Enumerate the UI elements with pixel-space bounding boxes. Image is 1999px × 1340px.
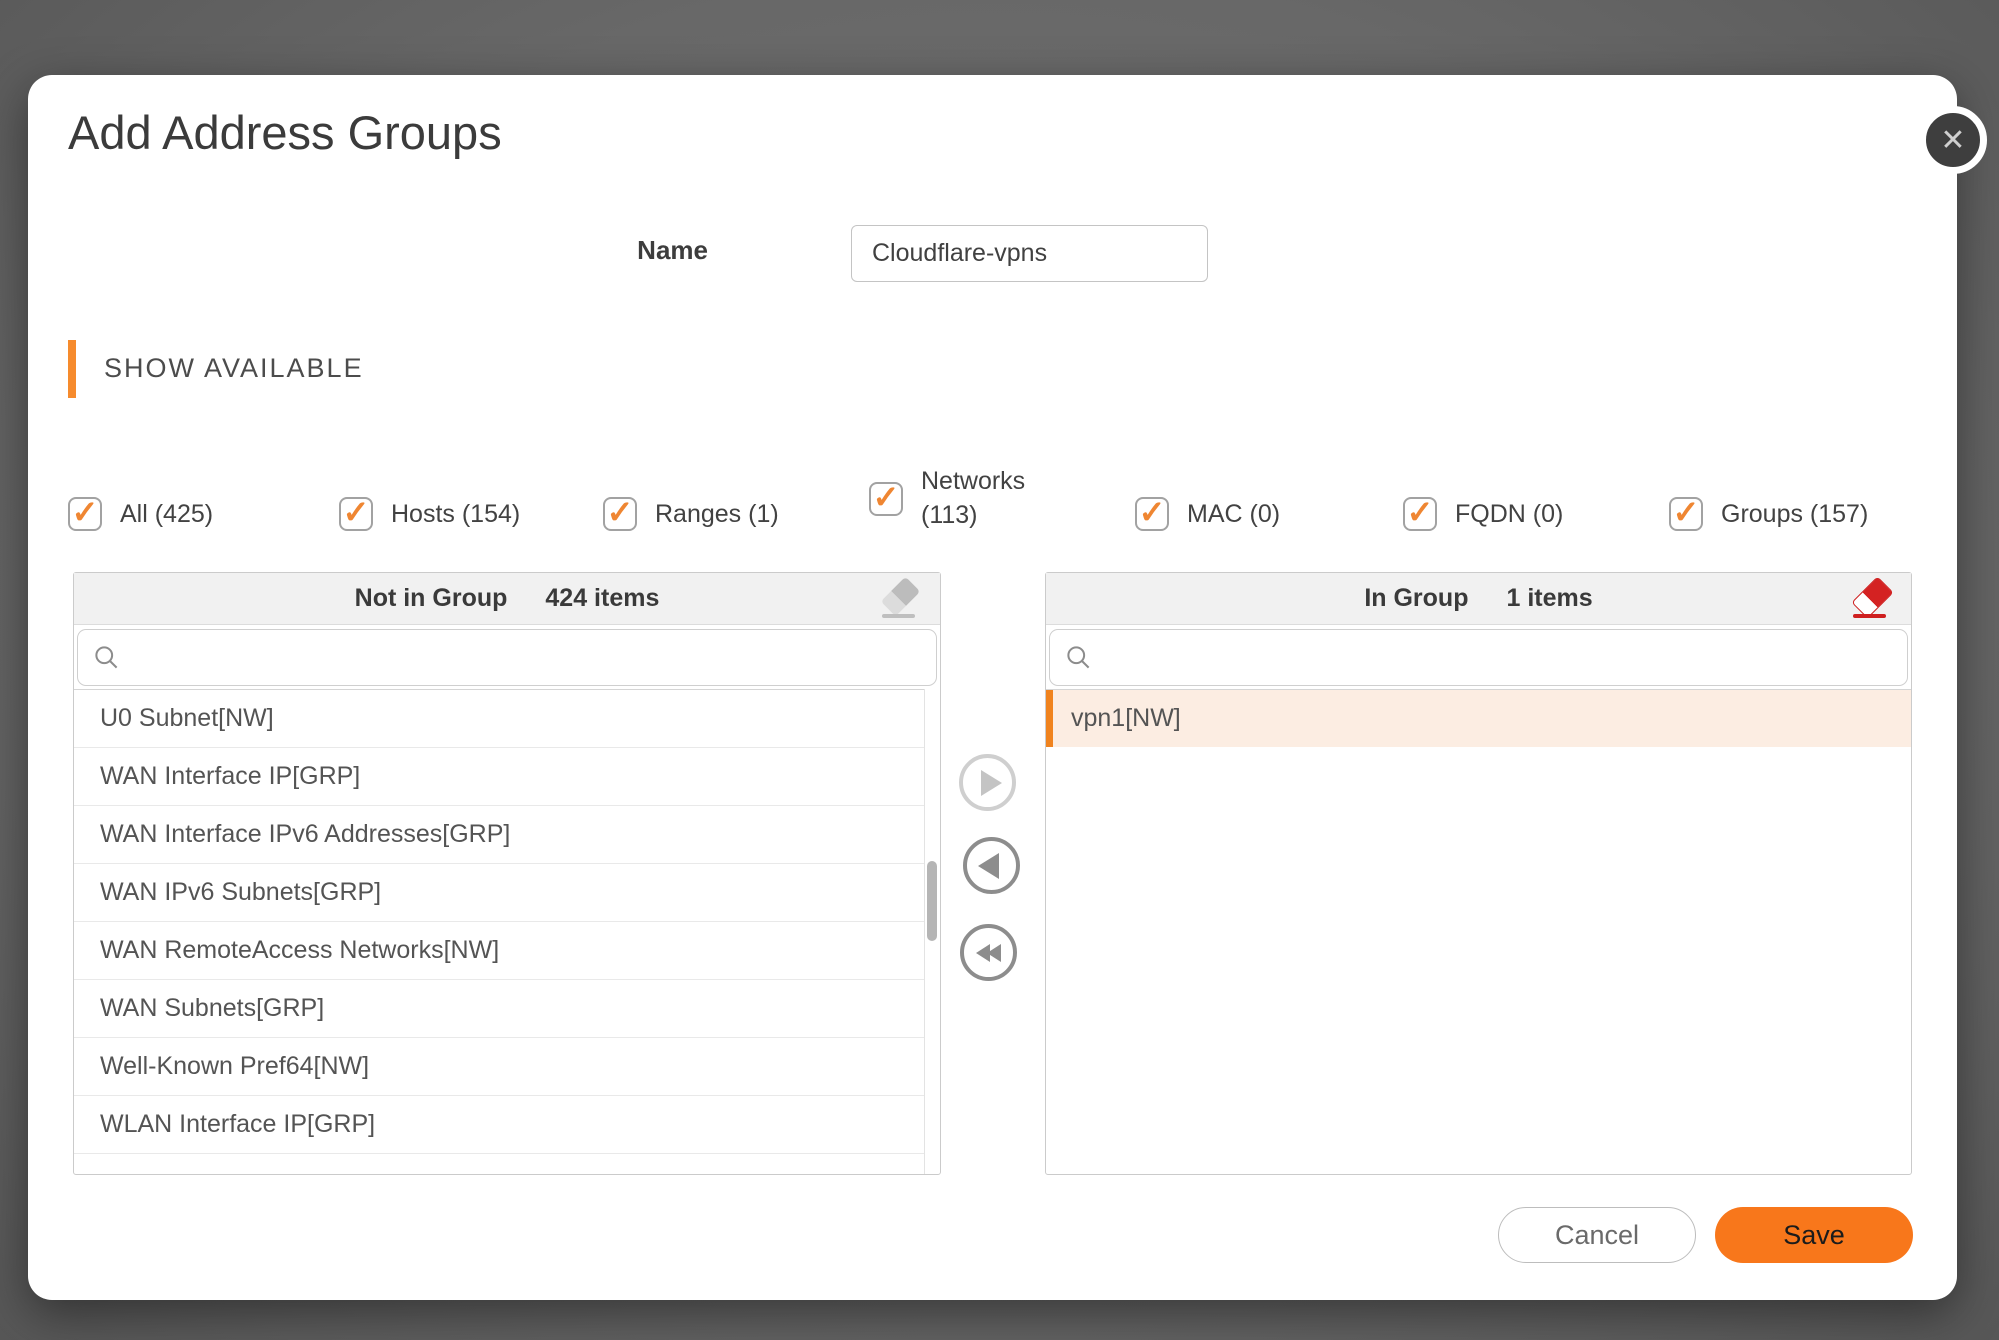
list-item[interactable]: WAN IPv6 Subnets[GRP] (74, 864, 925, 922)
name-input[interactable] (851, 225, 1208, 282)
filter-hosts[interactable]: ✓ Hosts (154) (339, 497, 520, 531)
filter-label: Groups (157) (1721, 500, 1868, 529)
dialog-title: Add Address Groups (68, 105, 502, 160)
clear-selection-button[interactable] (880, 578, 922, 620)
panel-title: In Group (1364, 584, 1468, 613)
move-right-button[interactable] (959, 754, 1016, 811)
filter-all[interactable]: ✓ All (425) (68, 497, 213, 531)
scrollbar-thumb[interactable] (927, 861, 937, 941)
in-group-list: vpn1[NW] (1046, 689, 1911, 747)
arrow-right-icon (981, 770, 1002, 796)
check-icon: ✓ (343, 496, 370, 528)
list-item[interactable]: U0 Subnet[NW] (74, 690, 925, 748)
list-item[interactable]: WAN Interface IP[GRP] (74, 748, 925, 806)
move-all-left-button[interactable] (960, 924, 1017, 981)
check-icon: ✓ (1139, 496, 1166, 528)
check-icon: ✓ (72, 496, 99, 528)
double-arrow-left-icon (976, 944, 998, 962)
check-icon: ✓ (1673, 496, 1700, 528)
checkbox-groups[interactable]: ✓ (1669, 497, 1703, 531)
in-group-search-row (1049, 629, 1908, 686)
modal-backdrop: Add Address Groups ✕ Name SHOW AVAILABLE… (0, 0, 1999, 1340)
scrollbar-track[interactable] (924, 689, 940, 1174)
filter-groups[interactable]: ✓ Groups (157) (1669, 497, 1868, 531)
check-icon: ✓ (1407, 496, 1434, 528)
checkbox-ranges[interactable]: ✓ (603, 497, 637, 531)
filter-label: FQDN (0) (1455, 500, 1563, 529)
section-title: SHOW AVAILABLE (104, 353, 364, 384)
list-item[interactable]: Well-Known Pref64[NW] (74, 1038, 925, 1096)
checkbox-all[interactable]: ✓ (68, 497, 102, 531)
filter-label: Hosts (154) (391, 500, 520, 529)
checkbox-fqdn[interactable]: ✓ (1403, 497, 1437, 531)
panel-count: 424 items (545, 584, 659, 613)
filter-fqdn[interactable]: ✓ FQDN (0) (1403, 497, 1563, 531)
close-icon: ✕ (1940, 123, 1965, 158)
not-in-group-header: Not in Group 424 items (74, 573, 940, 625)
list-item-selected[interactable]: vpn1[NW] (1046, 690, 1911, 747)
not-in-group-panel: Not in Group 424 items U0 Subnet[NW] WAN… (73, 572, 941, 1175)
check-icon: ✓ (873, 481, 900, 513)
name-label: Name (588, 235, 708, 266)
close-button[interactable]: ✕ (1919, 106, 1987, 174)
eraser-icon (881, 577, 921, 617)
in-group-header: In Group 1 items (1046, 573, 1911, 625)
in-group-panel: In Group 1 items vpn1[NW] (1045, 572, 1912, 1175)
save-button[interactable]: Save (1715, 1207, 1913, 1263)
check-icon: ✓ (607, 496, 634, 528)
list-item[interactable]: WAN RemoteAccess Networks[NW] (74, 922, 925, 980)
checkbox-networks[interactable]: ✓ (869, 482, 903, 516)
filter-networks[interactable]: ✓ Networks (113) (869, 465, 1043, 533)
filter-ranges[interactable]: ✓ Ranges (1) (603, 497, 779, 531)
cancel-button[interactable]: Cancel (1498, 1207, 1696, 1263)
not-in-group-search-input[interactable] (77, 629, 937, 686)
add-address-groups-dialog: Add Address Groups ✕ Name SHOW AVAILABLE… (28, 75, 1957, 1300)
list-item[interactable]: WAN Subnets[GRP] (74, 980, 925, 1038)
not-in-group-search-row (77, 629, 937, 686)
filter-label: MAC (0) (1187, 500, 1280, 529)
list-item[interactable]: WAN Interface IPv6 Addresses[GRP] (74, 806, 925, 864)
checkbox-mac[interactable]: ✓ (1135, 497, 1169, 531)
list-item[interactable]: WLAN Interface IP[GRP] (74, 1096, 925, 1154)
panel-count: 1 items (1506, 584, 1592, 613)
arrow-left-icon (978, 853, 999, 879)
filter-label: All (425) (120, 500, 213, 529)
filter-label: Ranges (1) (655, 500, 779, 529)
eraser-icon (1851, 576, 1893, 618)
filter-label: Networks (113) (921, 465, 1043, 533)
filter-mac[interactable]: ✓ MAC (0) (1135, 497, 1280, 531)
panel-title: Not in Group (355, 584, 508, 613)
not-in-group-list: U0 Subnet[NW] WAN Interface IP[GRP] WAN … (74, 689, 925, 1154)
checkbox-hosts[interactable]: ✓ (339, 497, 373, 531)
section-accent-bar (68, 340, 76, 398)
clear-group-button[interactable] (1851, 578, 1893, 620)
in-group-search-input[interactable] (1049, 629, 1908, 686)
move-left-button[interactable] (963, 837, 1020, 894)
